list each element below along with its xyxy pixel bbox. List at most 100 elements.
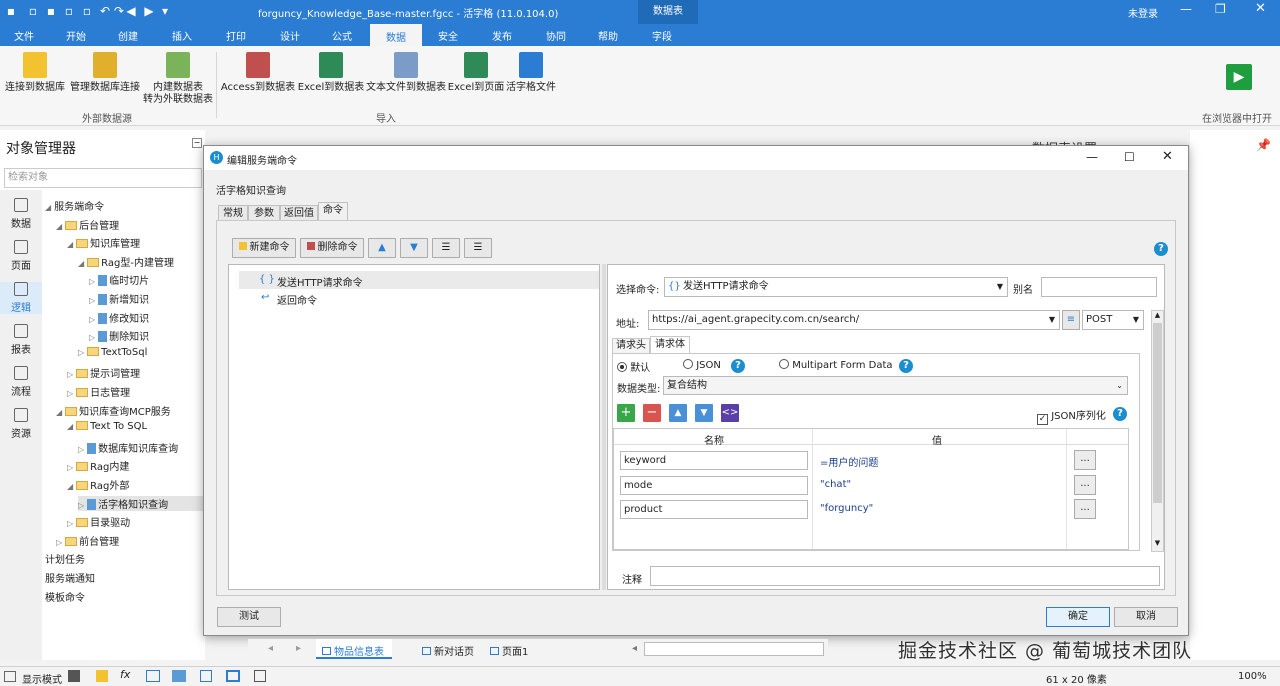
tree-item[interactable]: ▷ 活字格知识查询 [78,495,205,511]
new-command-button[interactable]: 新建命令 [232,238,296,258]
tree-item[interactable]: ◢ 知识库查询MCP服务 [56,403,171,418]
ribbon-tab[interactable]: 发布 [492,28,512,43]
param-name-input[interactable]: product [620,500,808,519]
select-command-dropdown[interactable]: {} 发送HTTP请求命令 ▼ [664,277,1008,297]
minimize-icon[interactable]: — [1180,2,1192,16]
excel-page-button[interactable]: Excel到页面 [446,52,506,94]
tree-item[interactable]: ▷ TextToSql [78,346,147,358]
convert-table-button[interactable]: 内建数据表 转为外联数据表 [140,52,216,106]
grid-icon[interactable] [172,670,186,682]
tree-item[interactable]: ◢ 知识库管理 [67,235,140,250]
row-up-button[interactable]: ▲ [669,404,687,422]
hzg-file-button[interactable]: 活字格文件 [504,52,558,94]
ribbon-tab[interactable]: 帮助 [598,28,618,43]
table-icon[interactable] [146,670,160,682]
scroll-up-icon[interactable]: ▲ [1152,311,1163,323]
scroll-thumb[interactable] [1153,323,1162,503]
vnav-item[interactable]: 报表 [0,324,42,356]
tree-toggle-icon[interactable]: ▷ [67,463,73,472]
sheet-prev-icon[interactable]: ◂ [268,643,273,654]
param-value[interactable]: "forguncy" [820,503,873,514]
tree-item[interactable]: ▷ 修改知识 [89,310,149,325]
tree-item[interactable]: 模板命令 [45,589,85,604]
access-import-button[interactable]: Access到数据表 [220,52,296,94]
fx-icon[interactable]: fx [120,668,130,681]
sheet-scroll-left-icon[interactable]: ◂ [632,643,637,654]
connect-db-button[interactable]: 连接到数据库 [4,52,66,94]
tree-item[interactable]: ◢ Rag型-内建管理 [78,254,174,269]
ribbon-tab[interactable]: 协同 [546,28,566,43]
ribbon-tab[interactable]: 公式 [332,28,352,43]
tree-item[interactable]: ◢ 后台管理 [56,217,119,232]
tree-item[interactable]: ▷ 提示词管理 [67,365,140,380]
scroll-down-icon[interactable]: ▼ [1152,539,1163,551]
tree-item[interactable]: ▷ 目录驱动 [67,514,130,529]
back-icon[interactable]: ◀ [124,4,138,18]
tree-toggle-icon[interactable]: ▷ [89,296,95,305]
url-input[interactable]: https://ai_agent.grapecity.com.cn/search… [648,310,1060,330]
serialize-help-icon[interactable]: ? [1113,407,1127,421]
ribbon-tab[interactable]: 创建 [118,28,138,43]
delete-command-button[interactable]: 删除命令 [300,238,364,258]
vnav-item[interactable]: 逻辑 [0,282,42,314]
param-value[interactable]: "chat" [820,479,851,490]
quick-access-dropdown-icon[interactable]: ▾ [158,4,172,18]
tree-toggle-icon[interactable]: ▷ [89,277,95,286]
param-edit-button[interactable]: ... [1074,450,1096,470]
tree-toggle-icon[interactable]: ◢ [67,240,73,249]
param-edit-button[interactable]: ... [1074,499,1096,519]
open-icon[interactable]: ▫ [62,4,76,18]
tree-item[interactable]: ▷ 新增知识 [89,291,149,306]
radio-json[interactable]: JSON [683,359,721,371]
ribbon-tab[interactable]: 字段 [652,28,672,43]
tree-toggle-icon[interactable]: ▷ [89,315,95,324]
test-button[interactable]: 测试 [217,607,281,627]
dialog-minimize-icon[interactable]: — [1086,150,1098,164]
screenshot-icon[interactable]: ▫ [80,4,94,18]
page-icon[interactable] [254,670,266,682]
save-icon[interactable]: ▪ [44,4,58,18]
tree-item[interactable]: ◢ Text To SQL [67,421,147,432]
tab-request-header[interactable]: 请求头 [612,338,650,354]
tree-toggle-icon[interactable]: ▷ [67,370,73,379]
sheet-tab[interactable]: 物品信息表 [316,639,392,659]
vnav-item[interactable]: 数据 [0,198,42,230]
tree-toggle-icon[interactable]: ▷ [78,445,84,454]
tree-toggle-icon[interactable]: ▷ [78,348,84,357]
alias-input[interactable] [1041,277,1157,297]
tab-2[interactable]: 返回值 [280,205,318,221]
tree-item[interactable]: ▷ 前台管理 [56,533,119,548]
scrollbar[interactable]: ▲ ▼ [1151,310,1164,552]
forward-icon[interactable]: ▶ [142,4,156,18]
tab-1[interactable]: 参数 [248,205,280,221]
tree-toggle-icon[interactable]: ◢ [67,482,73,491]
radio-multipart[interactable]: Multipart Form Data [779,359,893,371]
tree-toggle-icon[interactable]: ◢ [45,203,51,212]
param-name-input[interactable]: mode [620,475,808,495]
light-icon[interactable] [96,670,108,682]
pin-icon[interactable]: 📌 [1256,138,1271,152]
splitter[interactable] [602,264,606,590]
formula-button[interactable]: ≡ [1062,310,1080,330]
sheet-tab[interactable]: 页面1 [484,639,536,659]
tree-toggle-icon[interactable]: ▷ [78,501,84,510]
tree-item[interactable]: ▷ 数据库知识库查询 [78,440,178,455]
tree-toggle-icon[interactable]: ▷ [67,389,73,398]
tree-toggle-icon[interactable]: ▷ [67,519,73,528]
move-down-button[interactable]: ▼ [400,238,428,258]
add-row-button[interactable]: + [617,404,635,422]
tree-toggle-icon[interactable]: ◢ [78,259,84,268]
tree-item[interactable]: ▷ 删除知识 [89,328,149,343]
vnav-item[interactable]: 页面 [0,240,42,272]
row-down-button[interactable]: ▼ [695,404,713,422]
vnav-item[interactable]: 资源 [0,408,42,440]
collapse-icon[interactable]: − [192,138,202,148]
remove-row-button[interactable]: − [643,404,661,422]
ribbon-tab[interactable]: 设计 [280,28,300,43]
param-value[interactable]: =用户的问题 [820,454,878,469]
dialog-close-icon[interactable]: ✕ [1162,149,1173,164]
tab-3[interactable]: 命令 [318,202,348,221]
tree-toggle-icon[interactable]: ▷ [89,333,95,342]
cancel-button[interactable]: 取消 [1114,607,1178,627]
ribbon-tab[interactable]: 插入 [172,28,192,43]
